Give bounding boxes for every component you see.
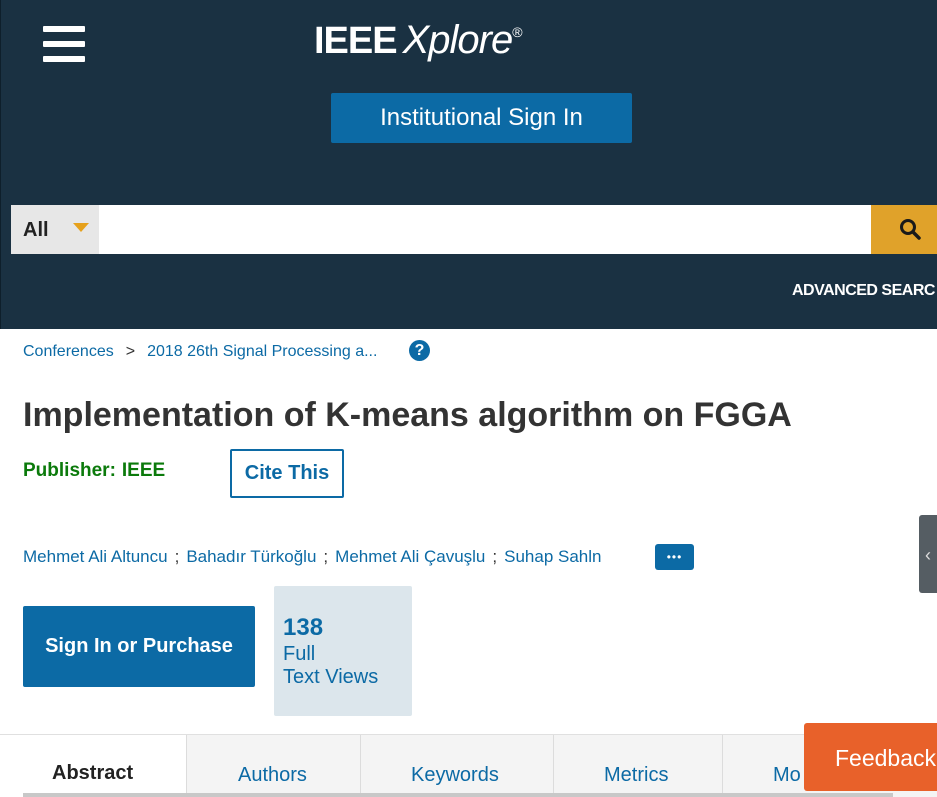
author-link[interactable]: Bahadır Türkoğlu (186, 547, 316, 566)
tab-scroll-indicator (23, 793, 893, 797)
search-input[interactable] (99, 205, 871, 254)
author-link[interactable]: Mehmet Ali Altuncu (23, 547, 168, 566)
advanced-search-link[interactable]: ADVANCED SEARC (792, 282, 935, 300)
breadcrumb-conference-name[interactable]: 2018 26th Signal Processing a... (147, 343, 377, 360)
tab-label: Metrics (604, 764, 669, 786)
publisher-value: IEEE (121, 460, 166, 481)
views-label-line2: Text Views (283, 666, 379, 688)
article-title: Implementation of K-means algorithm on F… (23, 396, 792, 434)
chevron-left-icon: ‹ (925, 545, 931, 565)
tab-authors[interactable]: Authors (187, 735, 361, 797)
logo-ieee-text: IEEE (314, 20, 398, 62)
tab-label: Mo (773, 764, 801, 786)
publisher-label: Publisher: (23, 460, 116, 481)
full-text-views-box[interactable]: 138 Full Text Views (274, 586, 412, 716)
breadcrumb: Conferences >2018 26th Signal Processing … (23, 343, 377, 361)
search-scope-dropdown[interactable]: All (11, 205, 99, 254)
author-separator: ; (174, 547, 180, 566)
institutional-sign-in-button[interactable]: Institutional Sign In (331, 93, 632, 143)
search-button[interactable] (871, 205, 937, 254)
site-header: IEEE Xplore® Institutional Sign In (0, 0, 937, 329)
tab-label: Keywords (411, 764, 499, 786)
side-panel-toggle[interactable]: ‹ (919, 515, 937, 593)
magnifier-icon (900, 219, 921, 240)
feedback-button[interactable]: Feedback (804, 723, 937, 791)
search-scope-label: All (23, 219, 49, 241)
tab-metrics[interactable]: Metrics (554, 735, 723, 797)
document-tabs: Abstract Authors Keywords Metrics Mo (0, 734, 937, 797)
author-link[interactable]: Suhap Sahln (504, 547, 601, 566)
hamburger-menu-icon[interactable] (43, 26, 85, 62)
tab-keywords[interactable]: Keywords (361, 735, 554, 797)
views-count: 138 (283, 614, 324, 641)
author-separator: ; (323, 547, 329, 566)
ieee-xplore-logo[interactable]: IEEE Xplore® (314, 18, 523, 63)
tab-abstract[interactable]: Abstract (0, 735, 187, 797)
breadcrumb-conferences[interactable]: Conferences (23, 343, 114, 360)
author-link[interactable]: Mehmet Ali Çavuşlu (335, 547, 485, 566)
views-label: Full Text Views (283, 643, 403, 689)
publisher-info: Publisher: IEEE (23, 460, 165, 482)
logo-xplore-text: Xplore (402, 18, 514, 62)
caret-down-icon (73, 223, 89, 232)
help-icon[interactable]: ? (409, 340, 430, 361)
author-list: Mehmet Ali Altuncu; Bahadır Türkoğlu; Mehm… (23, 547, 602, 567)
cite-this-button[interactable]: Cite This (230, 449, 344, 498)
author-separator: ; (492, 547, 498, 566)
more-authors-button[interactable]: ••• (655, 544, 694, 570)
feedback-label: Feedback (835, 745, 937, 771)
tab-label: Authors (238, 764, 307, 786)
breadcrumb-separator: > (125, 343, 136, 360)
logo-registered-mark: ® (512, 24, 523, 40)
tab-label: Abstract (52, 762, 134, 784)
sign-in-or-purchase-button[interactable]: Sign In or Purchase (23, 606, 255, 687)
views-label-line1: Full (283, 643, 316, 665)
search-bar: All (11, 205, 937, 254)
